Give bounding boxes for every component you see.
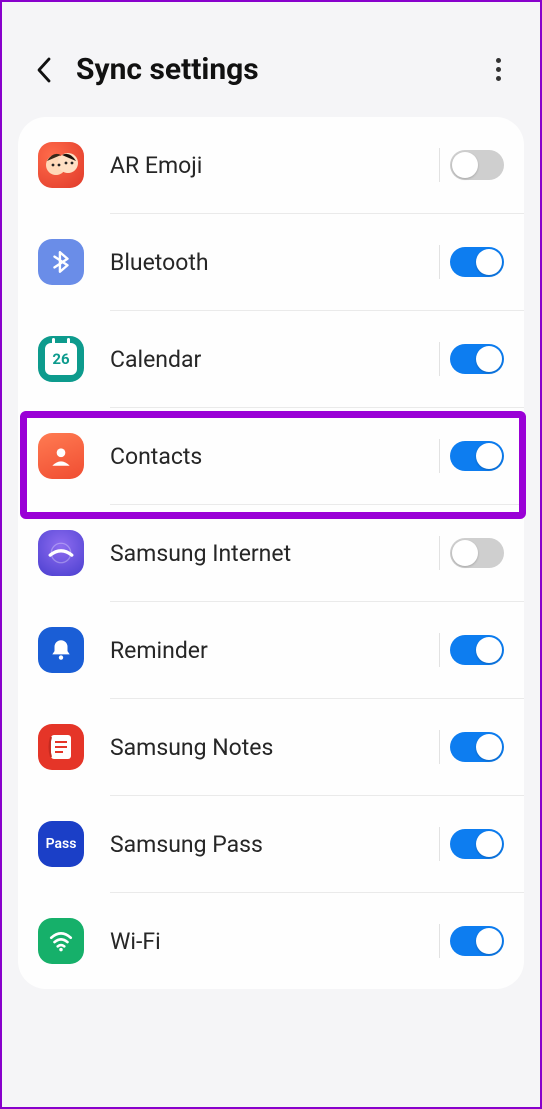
- divider: [439, 536, 440, 570]
- toggle-samsung-internet[interactable]: [450, 538, 504, 568]
- item-label: Contacts: [110, 443, 433, 470]
- bluetooth-icon: [38, 239, 84, 285]
- list-item[interactable]: Bluetooth: [18, 214, 524, 311]
- ar-emoji-icon: [38, 142, 84, 188]
- item-label: Samsung Internet: [110, 540, 433, 567]
- toggle-samsung-notes[interactable]: [450, 732, 504, 762]
- page-title: Sync settings: [76, 52, 484, 87]
- reminder-icon: [38, 627, 84, 673]
- list-item[interactable]: 26 Calendar: [18, 311, 524, 408]
- header-bar: Sync settings: [2, 2, 540, 117]
- samsung-notes-icon: [38, 724, 84, 770]
- divider: [439, 633, 440, 667]
- divider: [439, 148, 440, 182]
- list-item[interactable]: Pass Samsung Pass: [18, 796, 524, 893]
- list-item[interactable]: Samsung Notes: [18, 699, 524, 796]
- divider: [439, 730, 440, 764]
- more-options-icon[interactable]: [484, 56, 512, 84]
- wifi-icon: [38, 918, 84, 964]
- toggle-reminder[interactable]: [450, 635, 504, 665]
- divider: [439, 439, 440, 473]
- item-label: Samsung Pass: [110, 831, 433, 858]
- list-item[interactable]: Reminder: [18, 602, 524, 699]
- divider: [439, 342, 440, 376]
- back-icon[interactable]: [30, 56, 58, 84]
- toggle-contacts[interactable]: [450, 441, 504, 471]
- item-label: Bluetooth: [110, 249, 433, 276]
- divider: [439, 924, 440, 958]
- list-item[interactable]: Samsung Internet: [18, 505, 524, 602]
- samsung-pass-icon: Pass: [38, 821, 84, 867]
- toggle-calendar[interactable]: [450, 344, 504, 374]
- item-label: AR Emoji: [110, 152, 433, 179]
- divider: [439, 827, 440, 861]
- divider: [439, 245, 440, 279]
- item-label: Samsung Notes: [110, 734, 433, 761]
- toggle-ar-emoji[interactable]: [450, 150, 504, 180]
- list-item[interactable]: AR Emoji: [18, 117, 524, 214]
- toggle-wifi[interactable]: [450, 926, 504, 956]
- calendar-icon: 26: [38, 336, 84, 382]
- contacts-icon: [38, 433, 84, 479]
- toggle-samsung-pass[interactable]: [450, 829, 504, 859]
- item-label: Wi-Fi: [110, 928, 433, 955]
- list-item[interactable]: Wi-Fi: [18, 893, 524, 989]
- sync-list-card: AR Emoji Bluetooth 26 Calendar: [18, 117, 524, 989]
- samsung-internet-icon: [38, 530, 84, 576]
- item-label: Calendar: [110, 346, 433, 373]
- toggle-bluetooth[interactable]: [450, 247, 504, 277]
- item-label: Reminder: [110, 637, 433, 664]
- list-item[interactable]: Contacts: [18, 408, 524, 505]
- calendar-date: 26: [45, 343, 77, 375]
